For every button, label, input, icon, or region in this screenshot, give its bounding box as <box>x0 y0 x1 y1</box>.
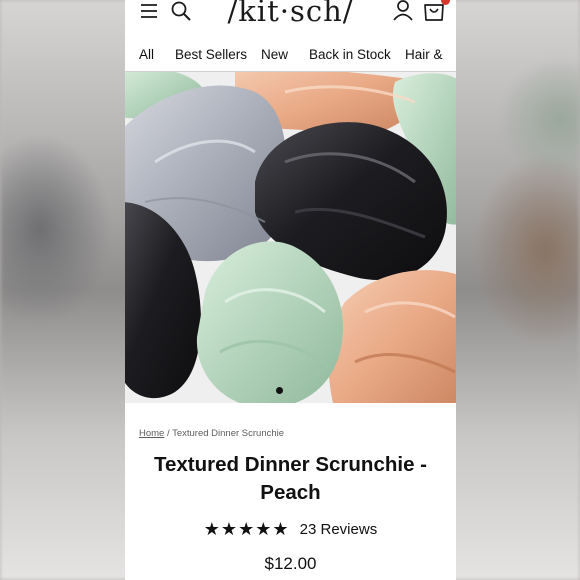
star-rating-icon: ★★★★★ <box>203 519 290 539</box>
category-nav: All Best Sellers New Back in Stock Hair … <box>125 40 456 72</box>
breadcrumb-home-link[interactable]: Home <box>139 428 164 439</box>
nav-item-back-in-stock[interactable]: Back in Stock <box>309 47 391 62</box>
product-rating[interactable]: ★★★★★ 23 Reviews <box>125 519 456 541</box>
nav-item-new[interactable]: New <box>261 47 288 62</box>
breadcrumb: Home / Textured Dinner Scrunchie <box>139 428 284 439</box>
product-title: Textured Dinner Scrunchie - Peach <box>153 453 427 504</box>
breadcrumb-separator: / <box>166 428 170 439</box>
product-image[interactable] <box>125 72 456 403</box>
phone-screen: /kit·sch/ All Best Sellers New Back in S… <box>125 0 456 580</box>
breadcrumb-current: Textured Dinner Scrunchie <box>172 428 285 439</box>
nav-item-all[interactable]: All <box>139 47 154 62</box>
account-icon[interactable] <box>392 0 418 26</box>
header: /kit·sch/ <box>125 0 456 40</box>
product-price: $12.00 <box>264 554 317 573</box>
carousel-dot[interactable] <box>276 387 283 394</box>
reviews-link[interactable]: 23 Reviews <box>300 521 378 538</box>
nav-item-hair[interactable]: Hair & <box>405 47 443 62</box>
nav-item-best-sellers[interactable]: Best Sellers <box>175 47 247 62</box>
